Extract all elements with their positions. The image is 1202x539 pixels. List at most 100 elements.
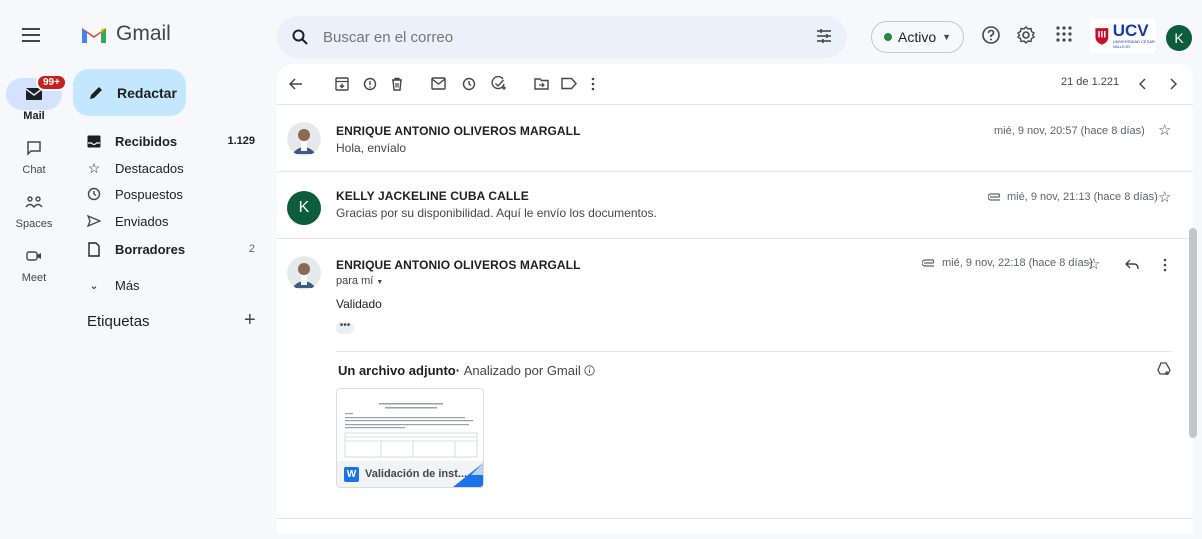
rail-item-chat[interactable]: Chat [0, 132, 68, 176]
attachment-card[interactable]: W Validación de inst... [336, 388, 484, 488]
nav-label: Recibidos [115, 133, 178, 149]
nav-item-more[interactable]: ⌄ Más [73, 272, 265, 298]
more-vert-icon[interactable] [591, 77, 595, 91]
thread-message-collapsed[interactable]: ENRIQUE ANTONIO OLIVEROS MARGALL Hola, e… [277, 104, 1193, 171]
pencil-icon [90, 86, 102, 99]
recipient-label: para mí [336, 275, 374, 287]
add-to-drive-icon[interactable] [1157, 362, 1171, 376]
sender-name[interactable]: ENRIQUE ANTONIO OLIVEROS MARGALL [336, 258, 581, 272]
message-view: 21 de 1.221 ENRIQUE ANTONIO OLIVEROS MAR… [277, 64, 1193, 534]
mark-unread-icon[interactable] [431, 77, 446, 90]
attachment-filename: Validación de inst... [365, 468, 468, 480]
star-icon[interactable]: ☆ [1158, 188, 1171, 206]
divider [277, 518, 1193, 519]
nav-item-snoozed[interactable]: Pospuestos [73, 181, 265, 207]
pagination-counter: 21 de 1.221 [1061, 76, 1120, 88]
search-bar [277, 16, 847, 58]
show-trimmed-content-button[interactable]: ••• [336, 321, 354, 334]
app-rail: 99+ Mail Chat Spaces Meet [0, 0, 68, 539]
star-icon[interactable]: ☆ [1158, 121, 1171, 139]
sender-name: ENRIQUE ANTONIO OLIVEROS MARGALL [336, 124, 581, 138]
message-date: mié, 9 nov, 21:13 (hace 8 días) [1007, 191, 1158, 203]
nav-item-sent[interactable]: Enviados [73, 208, 265, 234]
sender-avatar: K [287, 191, 321, 225]
draft-file-icon [88, 241, 100, 257]
compose-button[interactable]: Redactar [73, 69, 186, 116]
add-task-icon[interactable] [491, 76, 507, 91]
archive-icon[interactable] [335, 77, 349, 91]
prev-page-icon[interactable] [1139, 78, 1147, 90]
status-label: Activo [898, 29, 937, 45]
scrollbar-thumb[interactable] [1189, 228, 1197, 438]
next-page-icon[interactable] [1169, 78, 1177, 90]
send-icon [87, 215, 101, 227]
recipient-toggle[interactable]: para mí ▼ [336, 275, 383, 287]
org-logo-subtitle: UNIVERSIDAD CÉSAR VALLEJO [1112, 39, 1155, 49]
star-icon[interactable]: ☆ [1087, 255, 1100, 273]
dot-separator: · [455, 363, 461, 378]
message-body: Validado [336, 297, 382, 311]
rail-item-meet[interactable]: Meet [0, 240, 68, 284]
trash-icon[interactable] [390, 77, 404, 91]
star-icon: ☆ [87, 159, 101, 176]
divider [336, 351, 1172, 352]
info-icon[interactable] [584, 365, 596, 376]
status-dropdown[interactable]: Activo ▼ [871, 21, 965, 53]
organization-logo[interactable]: UCV UNIVERSIDAD CÉSAR VALLEJO [1090, 19, 1156, 53]
nav-item-starred[interactable]: ☆ Destacados [73, 155, 265, 181]
message-date: mié, 9 nov, 22:18 (hace 8 días) [942, 257, 1093, 269]
gmail-logo[interactable]: Gmail [80, 22, 171, 46]
labels-heading: Etiquetas [87, 313, 150, 330]
university-shield-icon [1095, 28, 1109, 45]
search-input[interactable] [323, 28, 793, 46]
search-options-icon[interactable] [815, 27, 833, 45]
attachment-clip-icon [922, 259, 935, 267]
label-tag-icon[interactable] [561, 77, 577, 90]
clock-icon [87, 187, 101, 201]
caret-down-icon: ▼ [376, 279, 384, 286]
sender-avatar [287, 256, 321, 290]
message-snippet: Gracias por su disponibilidad. Aquí le e… [336, 206, 657, 220]
rail-label-mail: Mail [23, 110, 45, 122]
nav-label: Pospuestos [115, 186, 183, 202]
rail-label-spaces: Spaces [15, 218, 53, 230]
org-logo-text: UCV [1112, 21, 1149, 40]
thread-message-collapsed[interactable]: K KELLY JACKELINE CUBA CALLE Gracias por… [277, 171, 1193, 238]
caret-down-icon: ▼ [942, 32, 952, 42]
nav-item-inbox[interactable]: Recibidos 1.129 [73, 128, 265, 154]
unread-badge: 99+ [36, 74, 67, 91]
snooze-clock-icon[interactable] [462, 77, 476, 91]
sender-name: KELLY JACKELINE CUBA CALLE [336, 189, 529, 203]
attachment-clip-icon [988, 193, 1001, 201]
chevron-down-icon: ⌄ [89, 279, 99, 292]
rail-label-chat: Chat [22, 164, 46, 176]
compose-label: Redactar [117, 84, 177, 101]
rail-item-mail[interactable]: 99+ Mail [0, 74, 68, 122]
search-icon[interactable] [291, 28, 309, 46]
apps-grid-icon[interactable] [1055, 25, 1073, 43]
add-label-icon[interactable]: + [244, 309, 256, 332]
attachment-scan-status: Analizado por Gmail [463, 363, 581, 378]
attachment-header: Un archivo adjunto· Analizado por Gmail [338, 363, 596, 378]
help-icon[interactable] [981, 25, 1001, 45]
nav-label: Destacados [115, 160, 184, 176]
inbox-icon [87, 135, 101, 147]
gmail-m-icon [82, 27, 106, 43]
settings-icon[interactable] [1016, 25, 1036, 45]
nav-item-drafts[interactable]: Borradores 2 [73, 236, 265, 262]
back-arrow-icon[interactable] [289, 77, 303, 91]
account-avatar[interactable]: K [1166, 25, 1192, 51]
rail-label-meet: Meet [21, 272, 47, 284]
rail-item-spaces[interactable]: Spaces [0, 186, 68, 230]
nav-count: 2 [248, 243, 255, 255]
app-name: Gmail [116, 22, 171, 45]
nav-label: Enviados [115, 213, 169, 229]
report-spam-icon[interactable] [363, 77, 377, 91]
reply-icon[interactable] [1125, 259, 1139, 270]
more-vert-icon[interactable] [1163, 258, 1167, 272]
menu-icon[interactable] [22, 26, 44, 44]
status-dot [884, 33, 892, 41]
move-to-folder-icon[interactable] [534, 77, 549, 90]
video-icon [26, 251, 41, 261]
message-toolbar: 21 de 1.221 [277, 64, 1193, 104]
